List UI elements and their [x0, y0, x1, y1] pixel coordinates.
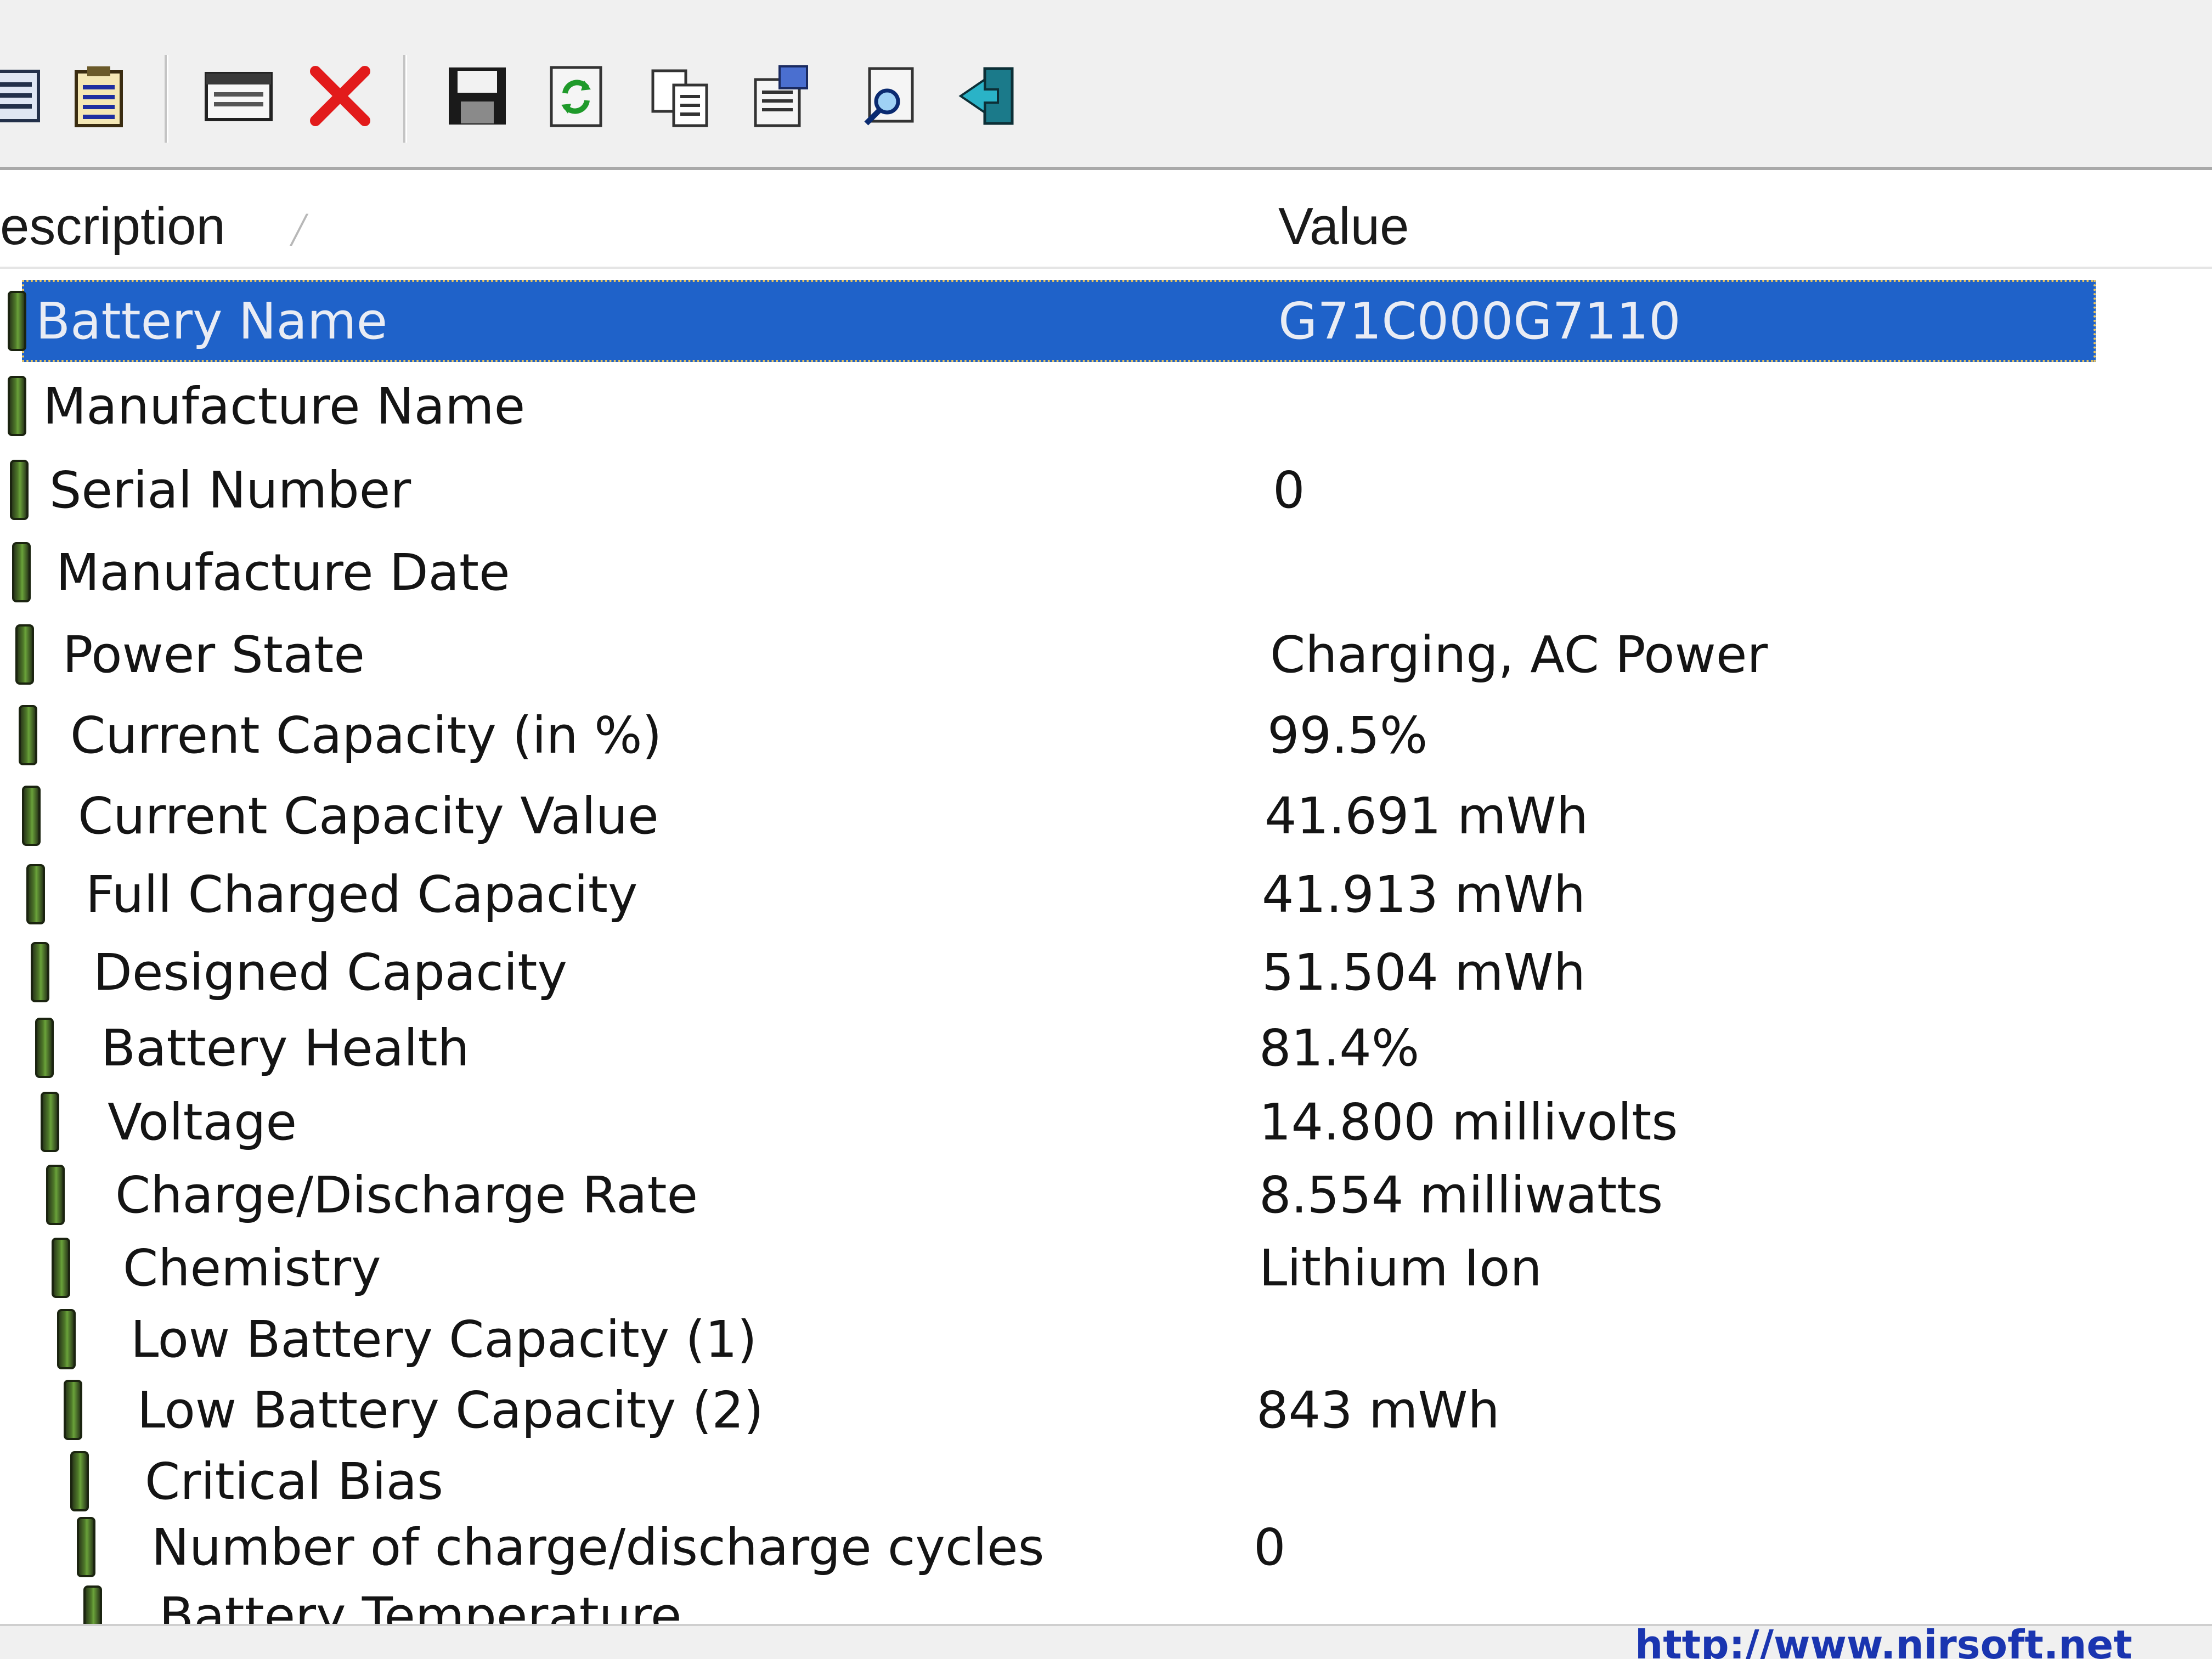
battery-icon — [41, 1092, 59, 1152]
list-item[interactable]: Battery Health 81.4% — [0, 1007, 2096, 1089]
row-value: 81.4% — [1259, 1019, 1420, 1077]
delete-icon[interactable] — [304, 60, 376, 132]
status-bar: http://www.nirsoft.net — [0, 1624, 2212, 1659]
row-description: Charge/Discharge Rate — [115, 1166, 698, 1224]
row-description: Chemistry — [123, 1239, 381, 1297]
list-item[interactable]: Manufacture Date — [0, 531, 2096, 613]
row-value: Lithium Ion — [1259, 1239, 1542, 1297]
description-column-header[interactable]: escription — [0, 196, 225, 257]
battery-icon — [12, 542, 31, 602]
battery-icon — [77, 1517, 95, 1577]
list-item[interactable]: Full Charged Capacity 41.913 mWh — [0, 853, 2096, 935]
row-description: Battery Name — [36, 292, 388, 351]
battery-icon — [22, 786, 41, 846]
menu-bar — [0, 0, 2212, 22]
options-icon[interactable] — [746, 60, 817, 132]
battery-info-window: escription ╱ Value Battery Name G71C000G7… — [0, 0, 2212, 1659]
row-description: Manufacture Date — [56, 543, 510, 602]
battery-icon — [64, 1380, 82, 1440]
row-value: 41.691 mWh — [1265, 787, 1589, 845]
battery-icon — [35, 1018, 54, 1078]
refresh-icon[interactable] — [540, 60, 612, 132]
battery-icon — [8, 376, 26, 436]
toolbar — [0, 22, 2212, 170]
row-description: Number of charge/discharge cycles — [151, 1518, 1045, 1577]
value-column-header[interactable]: Value — [1278, 196, 1409, 257]
battery-icon — [57, 1309, 76, 1369]
list-item[interactable]: Chemistry Lithium Ion — [0, 1227, 2096, 1309]
battery-icon — [46, 1165, 65, 1225]
row-value: 41.913 mWh — [1262, 865, 1586, 924]
row-description: Critical Bias — [145, 1452, 444, 1511]
row-value: 14.800 millivolts — [1259, 1093, 1678, 1152]
list-item[interactable]: Low Battery Capacity (1) — [0, 1298, 2096, 1380]
row-description: Manufacture Name — [43, 377, 526, 436]
row-value: G71C000G7110 — [1278, 292, 1681, 351]
row-value: 8.554 milliwatts — [1259, 1166, 1663, 1224]
battery-icon — [15, 624, 34, 685]
row-description: Battery Health — [101, 1019, 470, 1077]
row-value: 0 — [1273, 461, 1305, 520]
save-icon[interactable] — [442, 60, 513, 132]
list-item[interactable]: Designed Capacity 51.504 mWh — [0, 931, 2096, 1013]
battery-icon — [8, 291, 26, 351]
find-icon[interactable] — [856, 60, 927, 132]
row-value: Charging, AC Power — [1270, 625, 1768, 684]
html-report-icon[interactable] — [203, 60, 274, 132]
battery-icon — [26, 864, 45, 924]
toolbar-separator — [403, 55, 407, 143]
row-description: Serial Number — [49, 461, 411, 520]
row-description: Power State — [63, 625, 365, 684]
list-item[interactable]: Battery Name G71C000G7110 — [0, 280, 2096, 362]
row-value: 51.504 mWh — [1262, 943, 1586, 1002]
battery-icon — [19, 705, 37, 765]
row-description: Low Battery Capacity (1) — [131, 1310, 757, 1369]
list-item[interactable]: Manufacture Name — [0, 365, 2096, 447]
row-description: Current Capacity (in %) — [70, 706, 662, 765]
list-item[interactable]: Serial Number 0 — [0, 449, 2096, 531]
list-item[interactable]: Power State Charging, AC Power — [0, 613, 2096, 696]
row-description: Low Battery Capacity (2) — [137, 1381, 764, 1440]
exit-icon[interactable] — [955, 60, 1026, 132]
battery-icon — [52, 1238, 70, 1298]
battery-icon — [70, 1451, 89, 1511]
battery-icon — [10, 460, 29, 520]
list-item[interactable]: Current Capacity (in %) 99.5% — [0, 694, 2096, 776]
row-value: 99.5% — [1267, 706, 1428, 765]
list-item[interactable]: Low Battery Capacity (2) 843 mWh — [0, 1369, 2096, 1451]
list-item[interactable]: Charge/Discharge Rate 8.554 milliwatts — [0, 1154, 2096, 1236]
copy-icon[interactable] — [645, 60, 716, 132]
row-description: Current Capacity Value — [78, 787, 659, 845]
row-description: Voltage — [108, 1093, 297, 1152]
list-item[interactable]: Voltage 14.800 millivolts — [0, 1081, 2096, 1163]
toolbar-separator — [165, 55, 168, 143]
column-header: escription ╱ Value — [0, 181, 2212, 269]
row-description: Full Charged Capacity — [86, 865, 638, 924]
sort-indicator-icon: ╱ — [291, 214, 308, 246]
row-description: Designed Capacity — [93, 943, 567, 1002]
list-icon[interactable] — [63, 60, 134, 132]
row-value: 843 mWh — [1256, 1381, 1500, 1440]
properties-icon[interactable] — [0, 60, 49, 132]
list-item[interactable]: Current Capacity Value 41.691 mWh — [0, 775, 2096, 857]
row-value: 0 — [1254, 1518, 1286, 1577]
battery-icon — [31, 942, 49, 1002]
nirsoft-link[interactable]: http://www.nirsoft.net — [1635, 1625, 2132, 1659]
